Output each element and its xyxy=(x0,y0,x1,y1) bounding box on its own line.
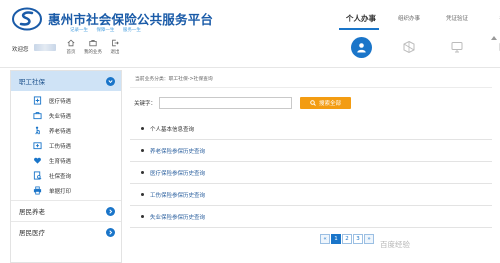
username-redacted xyxy=(34,44,56,51)
sidebar-item-label: 养老待遇 xyxy=(49,128,72,135)
chevron-right-icon xyxy=(106,206,115,216)
search-all-button-label: 搜索全部 xyxy=(318,101,341,107)
sidebar-item-label: 生育待遇 xyxy=(49,158,72,165)
sidebar-item-print-documents[interactable]: 单据打印 xyxy=(11,183,121,198)
pagination: « 1 2 3 » xyxy=(320,234,374,244)
heart-icon xyxy=(34,157,41,164)
exit-icon xyxy=(112,39,119,47)
top-tabs: 个人办事 组织办事 凭证验证 社保 xyxy=(337,14,500,24)
briefcase-icon xyxy=(33,112,42,120)
first-page-button[interactable]: « xyxy=(320,234,330,244)
logout-link[interactable]: 退出 xyxy=(106,39,124,55)
my-business-link[interactable]: 我的业务 xyxy=(84,39,102,55)
page-button-2[interactable]: 2 xyxy=(342,234,352,244)
query-list: 个人基本信息查询 养老保险参保历史查询 医疗保险参保历史查询 工伤保险参保历史查… xyxy=(130,118,492,228)
bullet-icon xyxy=(141,193,144,196)
next-page-button[interactable]: » xyxy=(364,234,374,244)
bullet-icon xyxy=(141,127,144,130)
home-link-label: 首页 xyxy=(66,50,76,55)
tab-social-security[interactable]: 社保 xyxy=(481,14,500,24)
query-link-label: 医疗保险参保历史查询 xyxy=(150,170,206,177)
query-link-medical-history[interactable]: 医疗保险参保历史查询 xyxy=(130,162,492,184)
home-link[interactable]: 首页 xyxy=(62,39,80,55)
tab-personal[interactable]: 个人办事 xyxy=(337,13,385,24)
logout-link-label: 退出 xyxy=(110,50,120,55)
tab-icons xyxy=(337,37,500,58)
elderly-icon xyxy=(35,126,40,135)
keyword-search-input[interactable] xyxy=(159,97,293,109)
scroll-up-icon[interactable] xyxy=(490,34,498,42)
sidebar-item-label: 工伤待遇 xyxy=(49,143,72,150)
breadcrumb: 当前业务分类：职工社保->社保查询 xyxy=(135,77,213,82)
bullet-icon xyxy=(141,171,144,174)
sidebar-item-maternity[interactable]: 生育待遇 xyxy=(11,153,121,168)
sidebar-item-label: 单据打印 xyxy=(49,188,72,195)
sidebar-item-unemployment[interactable]: 失业待遇 xyxy=(11,108,121,123)
sidebar: 职工社保 医疗待遇 失业待遇 养老待遇 工伤待遇 生育待遇 社保查询 单据打印 … xyxy=(10,70,122,263)
slogan-3: 服务一生 xyxy=(122,28,141,33)
sidebar-item-label: 失业待遇 xyxy=(49,113,72,120)
query-link-label: 养老保险参保历史查询 xyxy=(150,148,206,155)
my-business-link-label: 我的业务 xyxy=(84,50,102,55)
page-button-3[interactable]: 3 xyxy=(353,234,363,244)
chevron-down-icon xyxy=(106,76,115,86)
bullet-icon xyxy=(141,149,144,152)
query-link-label: 个人基本信息查询 xyxy=(150,126,195,133)
sidebar-group-label: 居民医疗 xyxy=(19,229,45,237)
sidebar-group-employee-insurance[interactable]: 职工社保 xyxy=(11,71,121,91)
sidebar-item-label: 社保查询 xyxy=(49,173,72,180)
main-content: 当前业务分类：职工社保->社保查询 关键字： 搜索全部 个人基本信息查询 养老保… xyxy=(130,70,492,263)
social-security-logo-icon[interactable] xyxy=(12,7,42,31)
person-icon xyxy=(356,43,366,53)
sidebar-item-medical[interactable]: 医疗待遇 xyxy=(11,93,121,108)
medical-icon xyxy=(33,96,42,105)
query-link-unemployment-history[interactable]: 失业保险参保历史查询 xyxy=(130,206,492,228)
verify-monitor-icon[interactable] xyxy=(450,40,464,54)
injury-icon xyxy=(33,142,42,150)
site-title: 惠州市社会保险公共服务平台 xyxy=(48,12,214,27)
query-link-label: 工伤保险参保历史查询 xyxy=(150,192,206,199)
home-icon xyxy=(67,39,75,47)
organization-icon[interactable] xyxy=(402,40,416,54)
sidebar-item-work-injury[interactable]: 工伤待遇 xyxy=(11,138,121,153)
search-all-button[interactable]: 搜索全部 xyxy=(300,97,351,109)
query-link-label: 失业保险参保历史查询 xyxy=(150,214,206,221)
slogan-2: 保障一生 xyxy=(96,28,115,33)
sidebar-group-resident-medical[interactable]: 居民医疗 xyxy=(11,222,121,242)
briefcase-icon xyxy=(89,40,97,47)
page-button-1[interactable]: 1 xyxy=(331,234,341,244)
query-link-personal-info[interactable]: 个人基本信息查询 xyxy=(130,118,492,140)
tab-certificate-verify[interactable]: 凭证验证 xyxy=(433,14,481,24)
sidebar-item-social-security-query[interactable]: 社保查询 xyxy=(11,168,121,183)
quick-links: 首页 我的业务 退出 xyxy=(62,39,124,55)
sidebar-submenu: 医疗待遇 失业待遇 养老待遇 工伤待遇 生育待遇 社保查询 单据打印 xyxy=(11,91,121,200)
watermark: 百度经验 xyxy=(380,240,410,249)
search-row: 关键字： xyxy=(134,97,293,109)
slogan-1: 记录一生 xyxy=(70,28,88,33)
document-search-icon xyxy=(33,171,42,180)
printer-icon xyxy=(33,186,42,195)
tab-organization[interactable]: 组织办事 xyxy=(385,14,433,24)
sidebar-item-label: 医疗待遇 xyxy=(49,98,72,105)
slogans: 记录一生 保障一生 服务一生 xyxy=(70,27,148,33)
divider xyxy=(130,87,492,88)
sidebar-group-label: 居民养老 xyxy=(19,208,45,216)
page-header: 惠州市社会保险公共服务平台 记录一生 保障一生 服务一生 欢迎您 首页 我的业务… xyxy=(0,0,500,68)
sidebar-item-pension[interactable]: 养老待遇 xyxy=(11,123,121,138)
welcome-text: 欢迎您 xyxy=(12,47,29,53)
search-icon xyxy=(310,100,316,106)
sidebar-group-resident-pension[interactable]: 居民养老 xyxy=(11,201,121,221)
person-tab-button[interactable] xyxy=(350,37,372,58)
chevron-right-icon xyxy=(106,227,115,237)
active-tab-indicator xyxy=(339,28,379,30)
query-link-pension-history[interactable]: 养老保险参保历史查询 xyxy=(130,140,492,162)
query-link-work-injury-history[interactable]: 工伤保险参保历史查询 xyxy=(130,184,492,206)
bullet-icon xyxy=(141,215,144,218)
sidebar-group-label: 职工社保 xyxy=(19,78,45,86)
keyword-label: 关键字： xyxy=(134,101,157,107)
